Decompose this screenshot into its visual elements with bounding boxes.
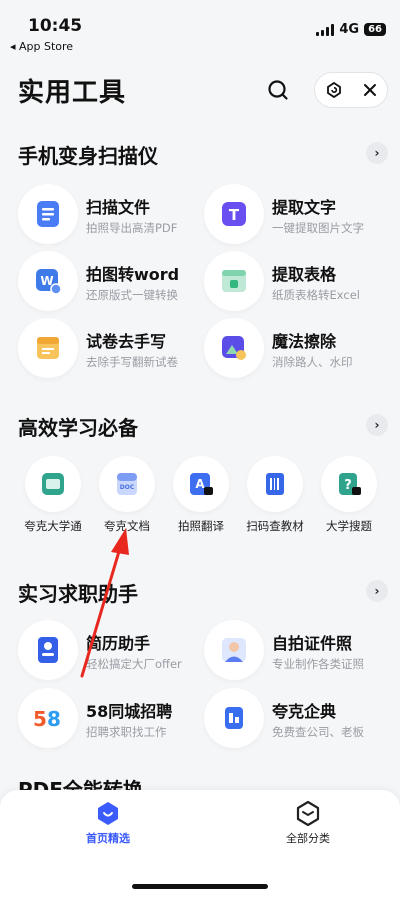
word-icon: W — [18, 251, 78, 311]
back-to-app-store-link[interactable]: ◂ App Store — [10, 40, 73, 53]
tool-extract-table[interactable]: 提取表格 纸质表格转Excel — [204, 251, 394, 311]
document-scan-icon — [18, 184, 78, 244]
photo-translate-icon: A — [173, 456, 229, 512]
page-title: 实用工具 — [18, 78, 127, 108]
svg-text:T: T — [229, 206, 240, 224]
nav-tab-all-categories[interactable]: 全部分类 — [248, 800, 368, 846]
scanner-section: 手机变身扫描仪 › 扫描文件 拍照导出高清PDF T 提取文字 一键提取图片文字… — [0, 138, 400, 388]
tool-desc: 免费查公司、老板 — [272, 725, 364, 739]
study-item-barcode[interactable]: 扫码查教材 — [238, 456, 312, 534]
study-label: 夸克大学通 — [24, 519, 82, 533]
close-icon[interactable] — [362, 82, 378, 98]
tool-name: 提取表格 — [272, 265, 337, 284]
svg-text:8: 8 — [47, 707, 61, 730]
section-more-button[interactable]: › — [366, 580, 388, 602]
tool-58-recruit[interactable]: 58 58同城招聘 招聘求职找工作 — [18, 688, 208, 748]
tool-company-lookup[interactable]: 夸克企典 免费查公司、老板 — [204, 688, 394, 748]
status-indicators: 4G 66 — [316, 22, 386, 37]
tool-desc: 轻松搞定大厂offer — [86, 657, 182, 671]
mini-program-capsule — [314, 72, 388, 108]
tool-desc: 招聘求职找工作 — [86, 725, 167, 739]
study-label: 拍照翻译 — [178, 519, 224, 533]
tool-desc: 还原版式一键转换 — [86, 288, 178, 302]
study-item-translate[interactable]: A 拍照翻译 — [164, 456, 238, 534]
tool-name: 扫描文件 — [86, 198, 151, 217]
chevron-right-icon: › — [374, 418, 380, 432]
status-time: 10:45 — [28, 16, 83, 36]
tool-name: 魔法擦除 — [272, 332, 337, 351]
docs-icon: DOC — [99, 456, 155, 512]
exam-icon — [18, 318, 78, 378]
home-indicator — [132, 884, 268, 889]
tool-name: 拍图转word — [86, 265, 180, 284]
nav-tab-home-featured[interactable]: 首页精选 — [48, 800, 168, 846]
section-title: 实习求职助手 — [18, 582, 138, 606]
chevron-right-icon: › — [374, 146, 380, 160]
nav-label: 全部分类 — [286, 832, 330, 845]
tool-extract-text[interactable]: T 提取文字 一键提取图片文字 — [204, 184, 394, 244]
tool-name: 夸克企典 — [272, 702, 337, 721]
nav-label: 首页精选 — [86, 832, 130, 845]
section-more-button[interactable]: › — [366, 142, 388, 164]
tool-desc: 专业制作各类证照 — [272, 657, 364, 671]
svg-text:5: 5 — [33, 707, 47, 730]
category-icon — [296, 800, 320, 826]
study-label: 扫码查教材 — [246, 519, 304, 533]
tool-scan-file[interactable]: 扫描文件 拍照导出高清PDF — [18, 184, 208, 244]
tool-name: 简历助手 — [86, 634, 151, 653]
id-photo-icon — [204, 620, 264, 680]
study-section: 高效学习必备 › 夸克大学通 DOC 夸克文档 A 拍照翻译 扫码查教材 ? 大… — [0, 410, 400, 540]
barcode-book-icon — [247, 456, 303, 512]
search-button[interactable] — [262, 74, 294, 106]
tool-desc: 去除手写翻新试卷 — [86, 355, 178, 369]
study-label: 大学搜题 — [326, 519, 372, 533]
tool-desc: 纸质表格转Excel — [272, 288, 360, 302]
section-title: 手机变身扫描仪 — [18, 144, 158, 168]
section-title: 高效学习必备 — [18, 416, 138, 440]
tool-id-photo[interactable]: 自拍证件照 专业制作各类证照 — [204, 620, 394, 680]
search-icon — [268, 80, 288, 100]
tool-magic-erase[interactable]: 魔法擦除 消除路人、水印 — [204, 318, 394, 378]
tool-photo-to-word[interactable]: W 拍图转word 还原版式一键转换 — [18, 251, 208, 311]
study-label: 夸克文档 — [104, 519, 150, 533]
tool-name: 试卷去手写 — [86, 332, 167, 351]
tool-resume[interactable]: 简历助手 轻松搞定大厂offer — [18, 620, 208, 680]
table-extract-icon — [204, 251, 264, 311]
resume-icon — [18, 620, 78, 680]
home-icon — [98, 802, 118, 825]
section-more-button[interactable]: › — [366, 414, 388, 436]
company-icon — [204, 688, 264, 748]
tool-name: 提取文字 — [272, 198, 337, 217]
text-extract-icon: T — [204, 184, 264, 244]
tool-desc: 拍照导出高清PDF — [86, 221, 178, 235]
network-type: 4G — [339, 22, 360, 37]
battery-icon: 66 — [364, 23, 386, 36]
magic-eraser-icon — [204, 318, 264, 378]
svg-text:?: ? — [344, 478, 352, 493]
svg-text:A: A — [195, 477, 205, 491]
tool-name: 自拍证件照 — [272, 634, 353, 653]
study-item-docs[interactable]: DOC 夸克文档 — [90, 456, 164, 534]
signal-icon — [316, 23, 335, 36]
tool-name: 58同城招聘 — [86, 702, 173, 721]
question-search-icon: ? — [321, 456, 377, 512]
career-section: 实习求职助手 › 简历助手 轻松搞定大厂offer 自拍证件照 专业制作各类证照… — [0, 576, 400, 756]
tool-remove-handwriting[interactable]: 试卷去手写 去除手写翻新试卷 — [18, 318, 208, 378]
tool-desc: 一键提取图片文字 — [272, 221, 364, 235]
svg-text:DOC: DOC — [120, 484, 135, 491]
refresh-icon[interactable] — [325, 81, 343, 99]
campus-app-icon — [25, 456, 81, 512]
58-logo-icon: 58 — [18, 688, 78, 748]
study-item-campus[interactable]: 夸克大学通 — [16, 456, 90, 534]
chevron-right-icon: › — [374, 584, 380, 598]
status-bar: 10:45 ◂ App Store 4G 66 — [0, 0, 400, 58]
study-item-question-search[interactable]: ? 大学搜题 — [312, 456, 386, 534]
tool-desc: 消除路人、水印 — [272, 355, 353, 369]
